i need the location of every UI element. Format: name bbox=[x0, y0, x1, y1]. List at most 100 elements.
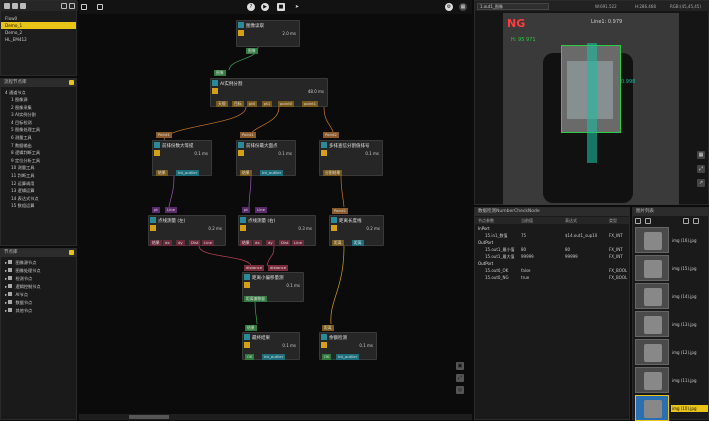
toolbox-item[interactable]: 1 图像源 bbox=[1, 96, 76, 103]
toolbox-item[interactable]: 14 表达式节点 bbox=[1, 195, 76, 202]
library-item[interactable]: ▸ 检测节点 bbox=[1, 275, 76, 282]
grid-view-icon[interactable]: ▦ bbox=[697, 151, 705, 159]
node-port[interactable]: Int_outlier bbox=[176, 170, 200, 176]
node-port[interactable]: point1 bbox=[302, 101, 319, 107]
node-run-icon[interactable] bbox=[238, 142, 244, 148]
folder-icon[interactable] bbox=[4, 3, 10, 9]
node-port[interactable]: OK bbox=[245, 354, 255, 360]
flow-node[interactable]: 图像读取 2.0 ms bbox=[236, 20, 300, 47]
node-port[interactable]: pt bbox=[152, 207, 160, 213]
flow-item-2[interactable]: Demo_2 bbox=[1, 29, 76, 36]
popout-icon[interactable]: ↗ bbox=[697, 179, 705, 187]
toolbox-item[interactable]: 4 目标检测 bbox=[1, 119, 76, 126]
gallery-thumbnail[interactable] bbox=[635, 367, 669, 393]
node-port[interactable]: Point2 bbox=[332, 208, 348, 214]
node-port[interactable]: Line bbox=[255, 207, 267, 213]
param-group[interactable]: OutPort bbox=[475, 239, 629, 246]
gallery-thumbnail[interactable] bbox=[635, 395, 669, 421]
toolbox-item[interactable]: 13 逻辑运算 bbox=[1, 187, 76, 194]
node-port[interactable]: Dist bbox=[279, 240, 291, 246]
node-port[interactable]: 结果 bbox=[240, 240, 252, 246]
open-icon[interactable] bbox=[12, 3, 18, 9]
node-port[interactable]: Line bbox=[165, 207, 177, 213]
toolbox-root[interactable]: 4 通道节点 bbox=[1, 89, 76, 96]
flow-item-1[interactable]: Demo_1 bbox=[1, 22, 76, 29]
node-port[interactable]: Int_outlier bbox=[336, 354, 360, 360]
node-run-icon[interactable] bbox=[150, 217, 156, 223]
node-port[interactable]: 结果 bbox=[245, 325, 257, 331]
refresh-icon[interactable] bbox=[683, 218, 689, 224]
library-item[interactable]: ▸ AI节点 bbox=[1, 291, 76, 298]
node-port[interactable]: distance bbox=[244, 265, 265, 271]
toolbox-item[interactable]: 15 数组运算 bbox=[1, 202, 76, 209]
node-port[interactable]: dx bbox=[163, 240, 172, 246]
settings-icon[interactable] bbox=[693, 218, 699, 224]
library-item[interactable]: ▸ 图像处理节点 bbox=[1, 267, 76, 274]
gallery-item-label[interactable]: img (12).jpg bbox=[671, 349, 708, 356]
node-run-icon[interactable] bbox=[331, 217, 337, 223]
node-port[interactable]: pt bbox=[242, 207, 250, 213]
toolbox-item[interactable]: 8 逻辑判断工具 bbox=[1, 149, 76, 156]
node-port[interactable]: Int_outlier bbox=[262, 354, 286, 360]
node-port[interactable]: 图像 bbox=[214, 70, 226, 76]
inspection-image[interactable]: NG H: 95 971 Line1: 0.979 0.998 bbox=[503, 13, 679, 205]
toolbox-item[interactable]: 3 AI实例分割 bbox=[1, 111, 76, 118]
node-port[interactable]: 分割结果 bbox=[323, 170, 343, 176]
node-port[interactable]: Line bbox=[202, 240, 214, 246]
node-port[interactable]: dx bbox=[253, 240, 262, 246]
node-port[interactable]: Dist bbox=[189, 240, 201, 246]
gallery-item-label[interactable]: img (11).jpg bbox=[671, 377, 708, 384]
node-port[interactable]: OK bbox=[322, 354, 332, 360]
node-port[interactable]: 目标 bbox=[232, 101, 244, 107]
node-port[interactable]: 距离 bbox=[322, 325, 334, 331]
panel-pin-icon[interactable] bbox=[69, 250, 74, 255]
node-port[interactable]: 距离 bbox=[332, 240, 344, 246]
expand-icon[interactable]: ⤢ bbox=[456, 374, 464, 382]
gallery-item-label[interactable]: img (10).jpg bbox=[671, 405, 708, 412]
node-port[interactable]: 结果 bbox=[240, 170, 252, 176]
fullscreen-icon[interactable]: ⤢ bbox=[697, 165, 705, 173]
toolbox-item[interactable]: 9 定位分析工具 bbox=[1, 157, 76, 164]
node-port[interactable]: 结果 bbox=[150, 240, 162, 246]
param-group[interactable]: OutPort bbox=[475, 260, 629, 267]
gallery-item-label[interactable]: img (14).jpg bbox=[671, 293, 708, 300]
gallery-item-label[interactable]: img (16).jpg bbox=[671, 237, 708, 244]
gallery-thumbnail[interactable] bbox=[635, 339, 669, 365]
node-port[interactable]: 距离 bbox=[352, 240, 364, 246]
param-group[interactable]: InPort bbox=[475, 225, 629, 232]
library-item[interactable]: ▸ 数据节点 bbox=[1, 299, 76, 306]
library-item[interactable]: ▸ 图像源节点 bbox=[1, 259, 76, 266]
node-run-icon[interactable] bbox=[321, 334, 327, 340]
node-run-icon[interactable] bbox=[321, 142, 327, 148]
node-run-icon[interactable] bbox=[212, 80, 218, 86]
node-run-icon[interactable] bbox=[244, 334, 250, 340]
gallery-thumbnail[interactable] bbox=[635, 283, 669, 309]
toolbox-item[interactable]: 7 数据输出 bbox=[1, 142, 76, 149]
table-row[interactable]: 15.out1_最小值 80 80 FX_INT bbox=[475, 246, 629, 253]
image-source-dropdown[interactable]: 1.out1_图像 bbox=[477, 3, 549, 10]
toolbox-item[interactable]: 6 测量工具 bbox=[1, 134, 76, 141]
node-port[interactable]: 距离偏移量 bbox=[244, 296, 267, 302]
node-port[interactable]: dy bbox=[176, 240, 185, 246]
gallery-thumbnail[interactable] bbox=[635, 227, 669, 253]
library-item[interactable]: ▸ 逻辑控制节点 bbox=[1, 283, 76, 290]
node-port[interactable]: Point2 bbox=[323, 132, 339, 138]
toolbox-item[interactable]: 2 图像采集 bbox=[1, 104, 76, 111]
node-port[interactable]: pt0 bbox=[247, 101, 258, 107]
gallery-item-label[interactable]: img (13).jpg bbox=[671, 321, 708, 328]
node-port[interactable]: Int_outlier bbox=[260, 170, 284, 176]
node-port[interactable]: 结果 bbox=[156, 170, 168, 176]
table-row[interactable]: 15.out0_OK false FX_BOOL bbox=[475, 267, 629, 274]
toolbox-item[interactable]: 10 测量工具 bbox=[1, 164, 76, 171]
node-port[interactable]: Point1 bbox=[240, 132, 256, 138]
node-run-icon[interactable] bbox=[154, 142, 160, 148]
node-port[interactable]: distance bbox=[268, 265, 289, 271]
center-icon[interactable]: ◎ bbox=[456, 386, 464, 394]
fit-icon[interactable]: ▣ bbox=[456, 362, 464, 370]
table-row[interactable]: 15.out1_最大值 99999 99999 FX_INT bbox=[475, 253, 629, 260]
table-row[interactable]: 15.out0_NG true FX_BOOL bbox=[475, 274, 629, 281]
node-run-icon[interactable] bbox=[244, 274, 250, 280]
gallery-thumbnail[interactable] bbox=[635, 311, 669, 337]
node-run-icon[interactable] bbox=[240, 217, 246, 223]
toolbox-item[interactable]: 11 判断工具 bbox=[1, 172, 76, 179]
